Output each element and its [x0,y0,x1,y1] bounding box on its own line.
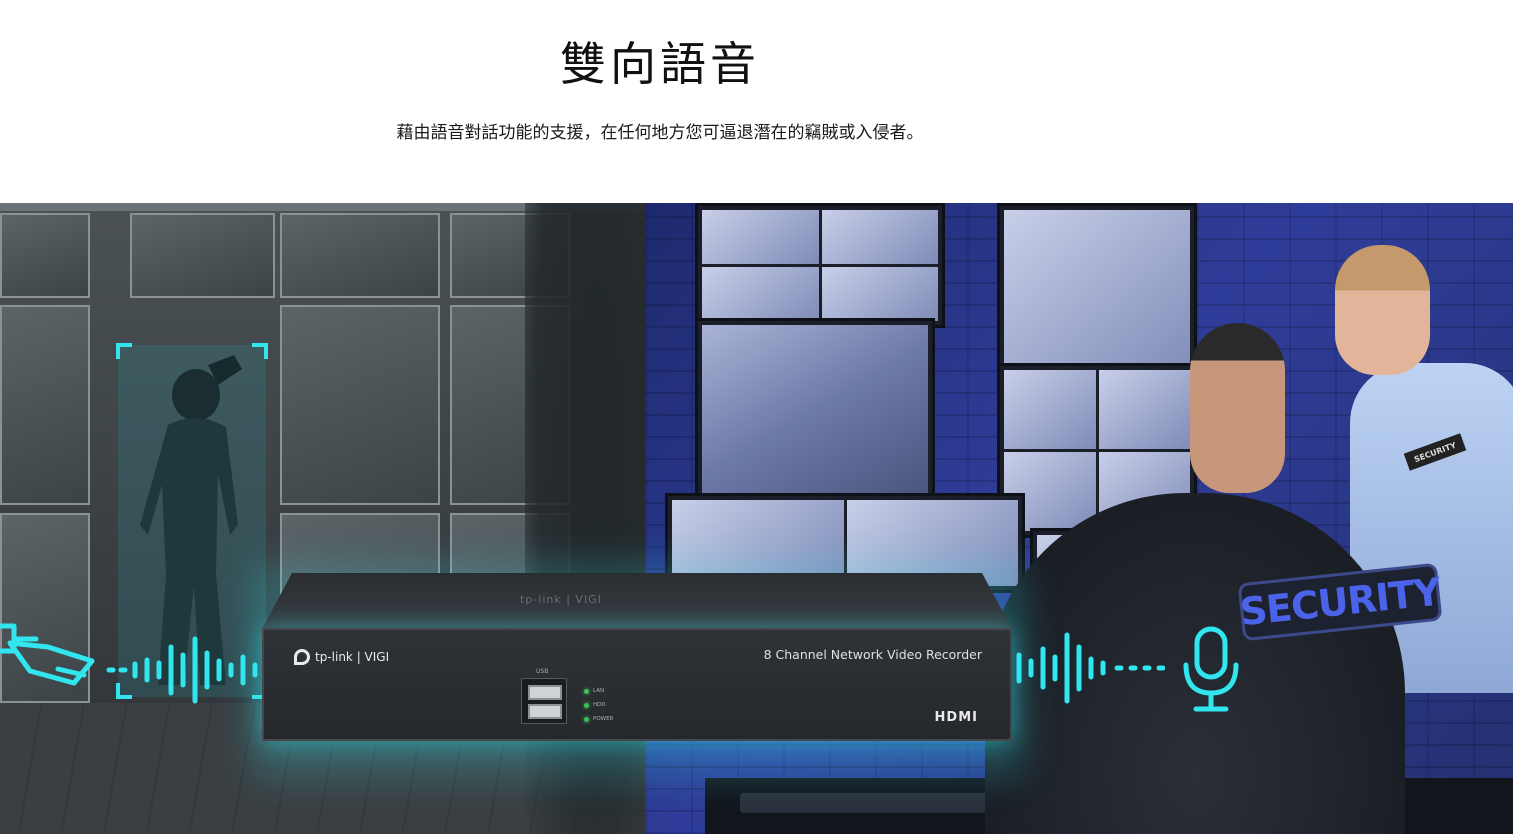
bracket-corner [252,343,268,359]
led-power: POWER [584,716,613,722]
usb-ports [521,678,567,724]
led-label: POWER [593,716,614,722]
hero-image: SECURITY SECURITY tp-link | VIGI tp-link… [0,203,1513,834]
nvr-model-text: 8 Channel Network Video Recorder [763,647,982,662]
monitor [997,203,1197,388]
led-label: LAN [593,688,605,694]
glass-pane [0,213,90,298]
nvr-brand-text: tp-link | VIGI [315,650,390,664]
monitor [695,318,935,503]
nvr-front-panel: tp-link | VIGI 8 Channel Network Video R… [262,628,1012,741]
glass-pane [280,305,440,505]
led-lan: LAN [584,688,604,694]
nvr-brand: tp-link | VIGI [294,649,389,665]
hdmi-logo: HDMI [934,710,978,725]
bracket-corner [116,343,132,359]
glass-pane [280,213,440,298]
keyboard [740,793,990,813]
page-title: 雙向語音 [560,37,760,91]
usb-label: USB [536,668,549,675]
nvr-top-panel [262,573,1012,629]
led-indicator [584,702,589,708]
usb-port [528,704,562,719]
microphone-icon [1183,626,1239,712]
monitor [695,203,945,328]
tp-link-logo-icon [294,649,310,665]
security-woman-head [1335,245,1430,375]
glass-pane [130,213,275,298]
led-label: HDD [593,702,606,708]
led-indicator [584,716,589,722]
nvr-top-logo: tp-link | VIGI [520,593,602,606]
glass-pane [0,305,90,505]
feature-header: 雙向語音 藉由語音對話功能的支援，在任何地方您可逼退潛在的竊賊或入侵者。 [0,0,1513,203]
security-camera-icon [0,623,95,686]
led-hdd: HDD [584,702,606,708]
usb-port [528,685,562,700]
security-guard-head [1190,323,1285,493]
led-indicator [584,688,589,694]
audio-wave-left-icon [106,636,258,704]
page-subtitle: 藉由語音對話功能的支援，在任何地方您可逼退潛在的竊賊或入侵者。 [396,123,924,143]
audio-wave-right-icon [1016,632,1165,704]
